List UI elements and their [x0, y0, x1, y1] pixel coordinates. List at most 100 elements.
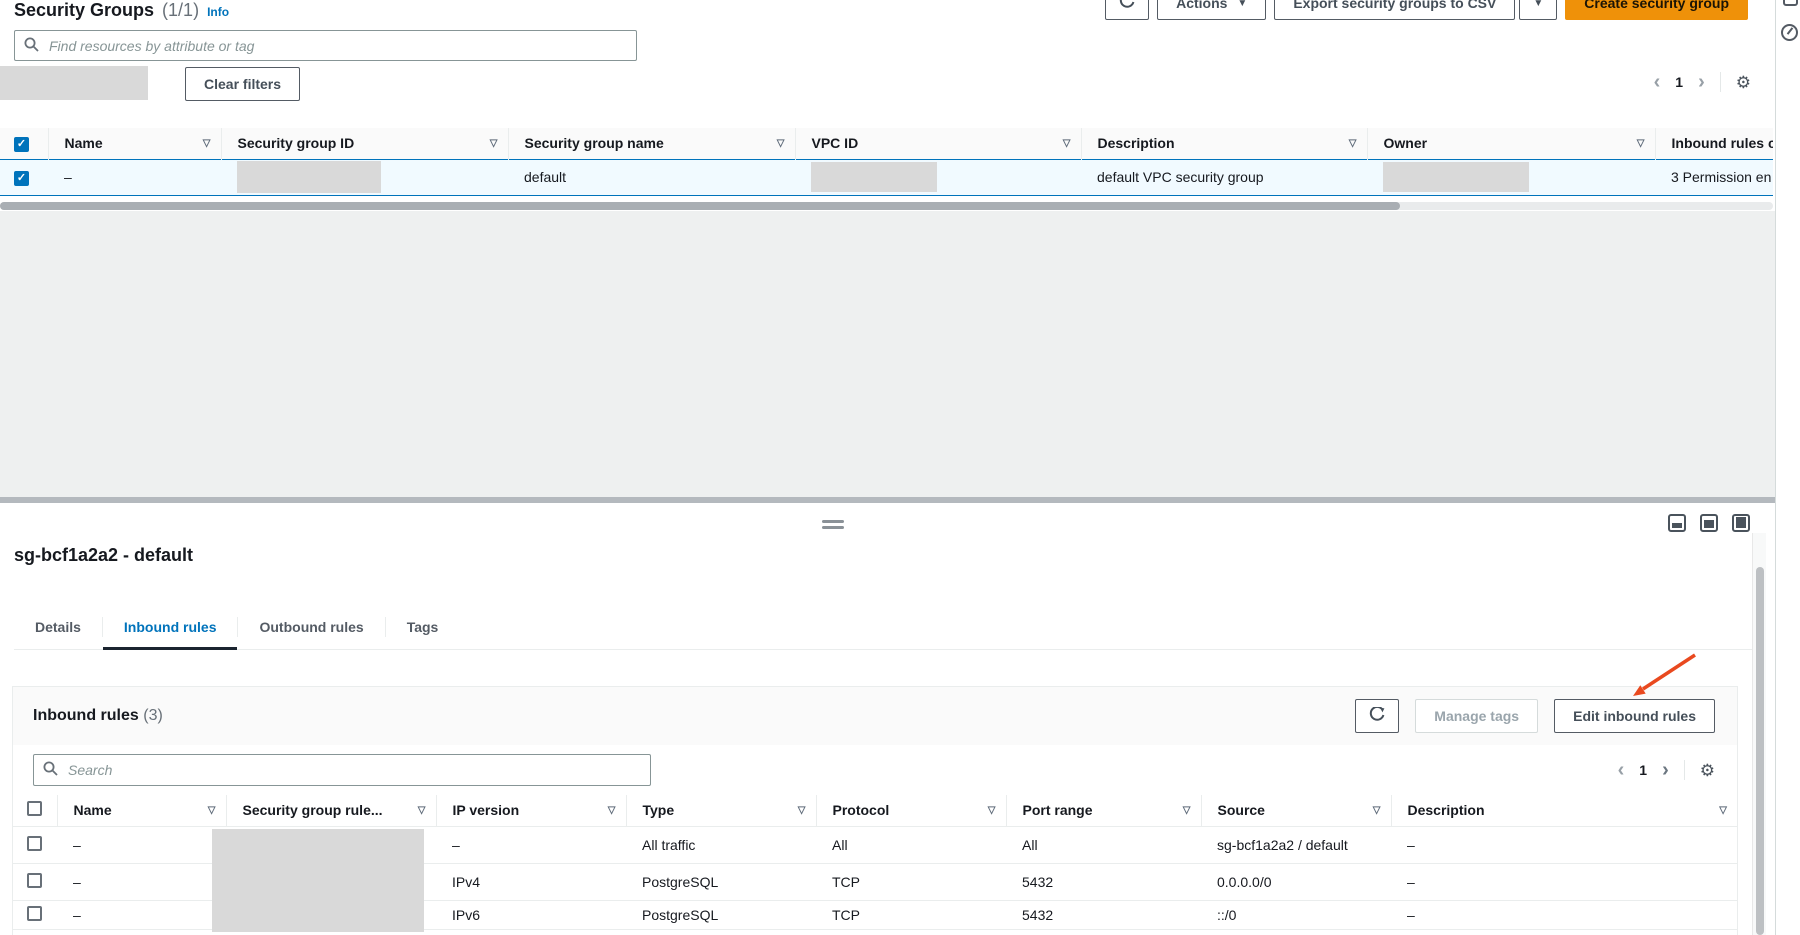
- manage-tags-button[interactable]: Manage tags: [1415, 699, 1538, 733]
- cell-sg-id: [221, 159, 508, 195]
- tab-outbound-rules[interactable]: Outbound rules: [238, 605, 384, 649]
- row-checkbox[interactable]: [27, 836, 42, 851]
- cell-type: All traffic: [626, 826, 816, 863]
- cell-type: PostgreSQL: [626, 863, 816, 900]
- vertical-scrollbar: [1752, 533, 1766, 935]
- panel-size-large-icon[interactable]: [1732, 514, 1750, 532]
- cell-ip-version: IPv4: [436, 863, 626, 900]
- column-header-ip-version[interactable]: IP version▽: [436, 795, 626, 826]
- row-checkbox[interactable]: [27, 873, 42, 888]
- detail-tabs: Details Inbound rules Outbound rules Tag…: [14, 605, 1755, 650]
- table-header-row: Name▽ Security group rule...▽ IP version…: [13, 795, 1737, 826]
- panel-size-medium-icon[interactable]: [1700, 514, 1718, 532]
- resource-search: [14, 30, 637, 61]
- tab-tags[interactable]: Tags: [386, 605, 460, 649]
- tab-details[interactable]: Details: [14, 605, 102, 649]
- caret-down-icon: ▼: [1533, 0, 1543, 9]
- panel-icon[interactable]: [1783, 0, 1798, 6]
- redaction-block: [811, 162, 937, 192]
- export-csv-button[interactable]: Export security groups to CSV: [1274, 0, 1515, 20]
- filter-icon[interactable]: ▽: [1183, 805, 1191, 816]
- cell-protocol: TCP: [816, 900, 1006, 929]
- page-title: Security Groups: [14, 0, 154, 21]
- filter-icon[interactable]: ▽: [203, 138, 211, 149]
- filter-icon[interactable]: ▽: [1063, 138, 1071, 149]
- column-header-description[interactable]: Description▽: [1391, 795, 1737, 826]
- prev-page-button[interactable]: ‹: [1654, 72, 1661, 92]
- panel-size-small-icon[interactable]: [1668, 514, 1686, 532]
- column-header-rule-id[interactable]: Security group rule...▽: [226, 795, 436, 826]
- filter-icon[interactable]: ▽: [988, 805, 996, 816]
- select-all-checkbox[interactable]: ✓: [14, 137, 29, 152]
- column-header-vpc-id[interactable]: VPC ID▽: [795, 128, 1081, 159]
- column-header-port-range[interactable]: Port range▽: [1006, 795, 1201, 826]
- column-header-inbound-rules[interactable]: Inbound rules c: [1655, 128, 1773, 159]
- cell-vpc-id: [795, 159, 1081, 195]
- filter-icon[interactable]: ▽: [777, 138, 785, 149]
- cell-port-range: 5432: [1006, 863, 1201, 900]
- column-header-sg-name[interactable]: Security group name▽: [508, 128, 795, 159]
- pencil-circle-icon[interactable]: [1781, 24, 1798, 41]
- rules-search: [33, 754, 651, 786]
- split-drag-handle[interactable]: [822, 520, 844, 532]
- row-checkbox[interactable]: [27, 906, 42, 921]
- column-header-owner[interactable]: Owner▽: [1367, 128, 1655, 159]
- next-page-button[interactable]: ›: [1662, 760, 1669, 780]
- cell-source: sg-bcf1a2a2 / default: [1201, 826, 1391, 863]
- preferences-button[interactable]: ⚙: [1736, 74, 1751, 91]
- vertical-scrollbar-thumb[interactable]: [1756, 567, 1764, 935]
- column-header-source[interactable]: Source▽: [1201, 795, 1391, 826]
- resource-search-input[interactable]: [14, 30, 637, 61]
- cell-ip-version: IPv6: [436, 900, 626, 929]
- right-rail: [1775, 0, 1800, 935]
- column-header-protocol[interactable]: Protocol▽: [816, 795, 1006, 826]
- filter-icon[interactable]: ▽: [208, 805, 216, 816]
- column-header-name[interactable]: Name▽: [48, 128, 221, 159]
- cell-name: –: [57, 826, 226, 863]
- filter-icon[interactable]: ▽: [608, 805, 616, 816]
- actions-button-label: Actions: [1176, 0, 1227, 11]
- divider: [1684, 760, 1685, 780]
- horizontal-scrollbar-thumb[interactable]: [0, 202, 1400, 210]
- filter-icon[interactable]: ▽: [1373, 805, 1381, 816]
- column-header-sg-id[interactable]: Security group ID▽: [221, 128, 508, 159]
- detail-title: sg-bcf1a2a2 - default: [14, 545, 193, 566]
- filter-icon[interactable]: ▽: [798, 805, 806, 816]
- security-groups-table: ✓ Name▽ Security group ID▽ Security grou…: [0, 128, 1773, 196]
- top-toolbar: Actions ▼ Export security groups to CSV …: [1105, 0, 1748, 20]
- refresh-button[interactable]: [1105, 0, 1149, 20]
- cell-owner: [1367, 159, 1655, 195]
- cell-sg-name: default: [508, 159, 795, 195]
- cell-description: –: [1391, 900, 1737, 929]
- actions-button[interactable]: Actions ▼: [1157, 0, 1266, 20]
- clear-filters-button[interactable]: Clear filters: [185, 67, 300, 101]
- filter-icon[interactable]: ▽: [1349, 138, 1357, 149]
- page-header: Security Groups (1/1) Info: [14, 0, 229, 21]
- column-header-description[interactable]: Description▽: [1081, 128, 1367, 159]
- pagination: ‹ 1 › ⚙: [1618, 760, 1715, 780]
- refresh-button[interactable]: [1355, 699, 1399, 733]
- preferences-button[interactable]: ⚙: [1700, 762, 1715, 779]
- column-header-name[interactable]: Name▽: [57, 795, 226, 826]
- next-page-button[interactable]: ›: [1698, 72, 1705, 92]
- manage-tags-label: Manage tags: [1434, 708, 1519, 724]
- select-all-checkbox[interactable]: [27, 801, 42, 816]
- page-number[interactable]: 1: [1639, 762, 1647, 778]
- prev-page-button[interactable]: ‹: [1618, 760, 1625, 780]
- filter-icon[interactable]: ▽: [1719, 805, 1727, 816]
- export-dropdown-button[interactable]: ▼: [1519, 0, 1557, 20]
- create-security-group-button[interactable]: Create security group: [1565, 0, 1748, 20]
- edit-inbound-rules-button[interactable]: Edit inbound rules: [1554, 699, 1715, 733]
- filter-icon[interactable]: ▽: [490, 138, 498, 149]
- info-link[interactable]: Info: [207, 5, 229, 19]
- cell-type: PostgreSQL: [626, 900, 816, 929]
- tab-inbound-rules[interactable]: Inbound rules: [103, 605, 238, 649]
- rules-search-input[interactable]: [33, 754, 651, 786]
- table-row[interactable]: ✓ – default default VPC security group 3…: [0, 159, 1773, 195]
- row-checkbox[interactable]: ✓: [14, 171, 29, 186]
- column-header-type[interactable]: Type▽: [626, 795, 816, 826]
- filter-icon[interactable]: ▽: [418, 805, 426, 816]
- page-number[interactable]: 1: [1675, 74, 1683, 90]
- create-security-group-label: Create security group: [1584, 0, 1729, 11]
- filter-icon[interactable]: ▽: [1637, 138, 1645, 149]
